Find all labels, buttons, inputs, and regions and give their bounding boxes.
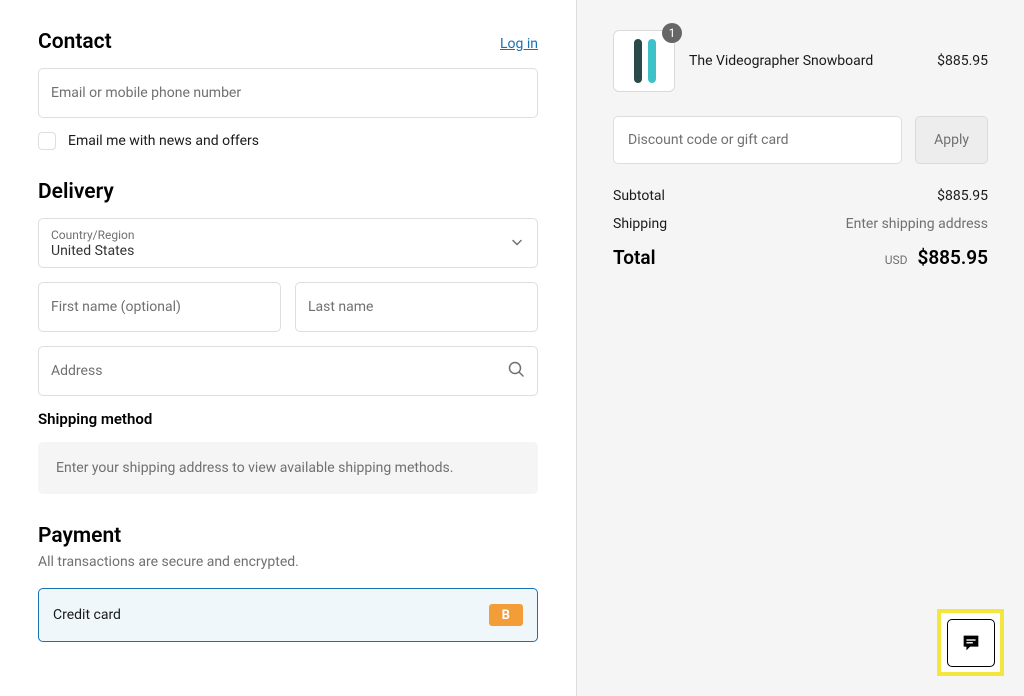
email-placeholder: Email or mobile phone number xyxy=(51,85,525,101)
chat-button[interactable] xyxy=(947,619,995,667)
first-name-field[interactable]: First name (optional) xyxy=(38,282,281,332)
contact-header: Contact Log in xyxy=(38,30,538,54)
shipping-method-info: Enter your shipping address to view avai… xyxy=(38,442,538,494)
subtotal-row: Subtotal $885.95 xyxy=(613,188,988,204)
credit-card-label: Credit card xyxy=(53,607,121,623)
address-field[interactable]: Address xyxy=(38,346,538,396)
checkout-main: Contact Log in Email or mobile phone num… xyxy=(0,0,577,696)
news-offers-row[interactable]: Email me with news and offers xyxy=(38,132,538,150)
shipping-label: Shipping xyxy=(613,216,667,232)
country-select[interactable]: Country/Region United States xyxy=(38,218,538,268)
shipping-row: Shipping Enter shipping address xyxy=(613,216,988,232)
product-thumbnail: 1 xyxy=(613,30,675,92)
discount-input[interactable]: Discount code or gift card xyxy=(613,116,902,164)
chat-widget[interactable] xyxy=(937,609,1004,676)
last-name-field[interactable]: Last name xyxy=(295,282,538,332)
news-offers-checkbox[interactable] xyxy=(38,132,56,150)
subtotal-value: $885.95 xyxy=(937,188,988,204)
delivery-heading: Delivery xyxy=(38,180,538,204)
first-name-placeholder: First name (optional) xyxy=(51,299,268,315)
contact-heading: Contact xyxy=(38,30,112,54)
discount-placeholder: Discount code or gift card xyxy=(628,132,789,148)
credit-card-option[interactable]: Credit card B xyxy=(38,588,538,642)
payment-subtext: All transactions are secure and encrypte… xyxy=(38,554,538,570)
address-placeholder: Address xyxy=(51,363,525,379)
last-name-placeholder: Last name xyxy=(308,299,525,315)
email-field[interactable]: Email or mobile phone number xyxy=(38,68,538,118)
currency-code: USD xyxy=(885,253,908,267)
qty-badge: 1 xyxy=(662,23,682,43)
shipping-method-heading: Shipping method xyxy=(38,410,538,428)
login-link[interactable]: Log in xyxy=(500,36,538,52)
product-row: 1 The Videographer Snowboard $885.95 xyxy=(613,30,988,92)
total-label: Total xyxy=(613,246,656,269)
total-row: Total USD $885.95 xyxy=(613,246,988,269)
product-name: The Videographer Snowboard xyxy=(689,53,923,69)
shipping-value: Enter shipping address xyxy=(846,216,988,232)
country-value: United States xyxy=(51,243,525,259)
chat-icon xyxy=(960,632,982,654)
apply-button[interactable]: Apply xyxy=(915,116,988,164)
product-price: $885.95 xyxy=(937,53,988,69)
order-summary: 1 The Videographer Snowboard $885.95 Dis… xyxy=(577,0,1024,696)
total-amount: $885.95 xyxy=(917,246,988,269)
payment-heading: Payment xyxy=(38,524,538,548)
subtotal-label: Subtotal xyxy=(613,188,665,204)
search-icon xyxy=(507,360,525,382)
news-offers-label: Email me with news and offers xyxy=(68,133,259,149)
payment-badge: B xyxy=(489,604,523,626)
country-label: Country/Region xyxy=(51,228,525,242)
